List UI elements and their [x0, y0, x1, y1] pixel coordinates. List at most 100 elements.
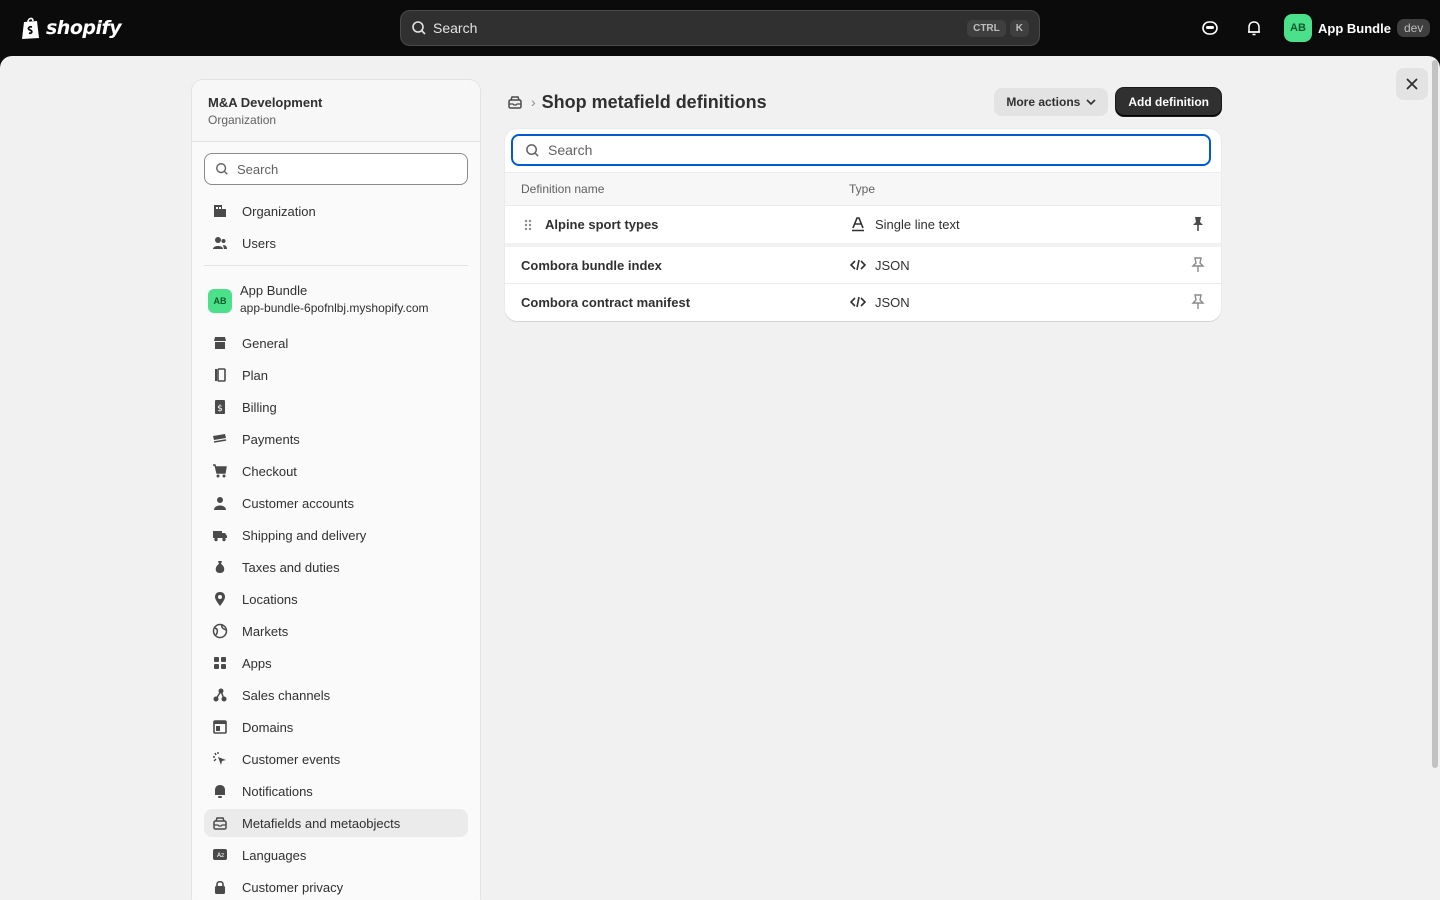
definition-type-label: JSON [875, 257, 910, 273]
sidekick-icon [1202, 21, 1218, 35]
search-placeholder: Search [237, 161, 279, 177]
sidebar-item-users[interactable]: Users [204, 229, 468, 257]
sidebar-item-locations[interactable]: Locations [204, 585, 468, 613]
scrollbar[interactable] [1432, 60, 1438, 768]
users-icon [210, 233, 230, 253]
sidebar-item-billing[interactable]: $ Billing [204, 393, 468, 421]
sidebar-store-header[interactable]: AB App Bundle app-bundle-6pofnlbj.myshop… [208, 283, 472, 315]
kbd-k: K [1009, 19, 1029, 37]
shopify-bag-icon [22, 17, 39, 39]
kbd-ctrl: CTRL [967, 19, 1006, 37]
metafields-icon [508, 96, 522, 109]
sidebar-item-payments[interactable]: Payments [204, 425, 468, 453]
sidebar-item-label: Metafields and metaobjects [242, 815, 401, 831]
sidebar-item-plan[interactable]: Plan [204, 361, 468, 389]
search-icon [526, 143, 539, 157]
sidebar-item-customer-events[interactable]: Customer events [204, 745, 468, 773]
truck-icon [210, 525, 230, 545]
column-definition-name[interactable]: Definition name [521, 182, 604, 196]
sidebar-item-label: Checkout [242, 463, 297, 479]
sidebar-item-label: Plan [242, 367, 269, 383]
cursor-icon [210, 749, 230, 769]
search-placeholder: Search [433, 20, 478, 36]
definition-type-label: Single line text [875, 216, 960, 232]
sidebar-item-label: Sales channels [242, 687, 331, 703]
org-subtitle: Organization [208, 113, 277, 127]
metafields-breadcrumb[interactable] [505, 92, 525, 112]
table-row[interactable]: Combora bundle index JSON [505, 247, 1221, 284]
sidebar-item-apps[interactable]: Apps [204, 649, 468, 677]
sidebar-item-customer-accounts[interactable]: Customer accounts [204, 489, 468, 517]
sidebar-item-metafields[interactable]: Metafields and metaobjects [204, 809, 468, 837]
tax-icon [210, 557, 230, 577]
chevron-down-icon [1086, 99, 1096, 106]
pin-filled-icon[interactable] [1189, 215, 1207, 233]
location-icon [210, 589, 230, 609]
sidebar-item-customer-privacy[interactable]: Customer privacy [204, 873, 468, 900]
definition-type: JSON [849, 256, 910, 274]
column-type[interactable]: Type [849, 182, 875, 196]
code-icon [849, 256, 867, 274]
sidebar-item-label: Customer accounts [242, 495, 354, 511]
store-name: App Bundle [1318, 20, 1391, 36]
chevron-right-icon: › [531, 94, 536, 110]
global-search-input[interactable]: Search CTRL K [400, 10, 1040, 46]
add-definition-button[interactable]: Add definition [1116, 88, 1221, 116]
code-icon [849, 293, 867, 311]
bell-icon [1248, 21, 1260, 36]
sidebar-item-label: Locations [242, 591, 298, 607]
person-icon [210, 493, 230, 513]
definition-name[interactable]: Combora contract manifest [521, 295, 690, 310]
sidebar-item-notifications[interactable]: Notifications [204, 777, 468, 805]
sidebar-item-sales-channels[interactable]: Sales channels [204, 681, 468, 709]
sidebar-item-label: Apps [242, 655, 272, 671]
sidebar-item-languages[interactable]: Az Languages [204, 841, 468, 869]
sidekick-button[interactable] [1198, 16, 1222, 40]
definition-name[interactable]: Alpine sport types [545, 217, 658, 232]
more-actions-button[interactable]: More actions [994, 88, 1109, 116]
billing-icon: $ [210, 397, 230, 417]
table-header: Definition name Type [505, 172, 1221, 206]
definition-type-label: JSON [875, 294, 910, 310]
page-title: Shop metafield definitions [541, 91, 767, 112]
sidebar-item-label: Languages [242, 847, 307, 863]
table-row[interactable]: Alpine sport types Single line text [505, 206, 1221, 247]
apps-icon [210, 653, 230, 673]
definition-name[interactable]: Combora bundle index [521, 258, 662, 273]
env-badge: dev [1396, 19, 1431, 37]
sidebar-item-taxes[interactable]: Taxes and duties [204, 553, 468, 581]
sidebar-item-domains[interactable]: Domains [204, 713, 468, 741]
lock-icon [210, 877, 230, 897]
sidebar-item-shipping[interactable]: Shipping and delivery [204, 521, 468, 549]
settings-sheet: M&A Development Organization Search Orga… [0, 56, 1440, 900]
page-header: › Shop metafield definitions More action… [505, 84, 1221, 120]
sidebar-item-label: Domains [242, 719, 294, 735]
store-switcher[interactable]: AB App Bundle dev [1284, 14, 1431, 42]
sidebar-item-markets[interactable]: Markets [204, 617, 468, 645]
cart-icon [210, 461, 230, 481]
definitions-search-input[interactable]: Search [511, 134, 1211, 166]
drag-handle-icon[interactable] [521, 216, 535, 234]
close-icon [1406, 78, 1418, 90]
organization-icon [210, 201, 230, 221]
shopify-logo[interactable]: shopify [20, 14, 122, 42]
text-icon [849, 215, 867, 233]
sidebar-item-general[interactable]: General [204, 329, 468, 357]
search-placeholder: Search [548, 142, 593, 158]
add-definition-label: Add definition [1128, 95, 1209, 109]
notifications-button[interactable] [1242, 16, 1266, 40]
sidebar-item-label: Users [242, 235, 276, 251]
settings-search-input[interactable]: Search [204, 153, 468, 185]
shopify-wordmark: shopify [46, 17, 122, 39]
sidebar-item-checkout[interactable]: Checkout [204, 457, 468, 485]
pin-outline-icon[interactable] [1189, 256, 1207, 274]
globe-icon [210, 621, 230, 641]
pin-outline-icon[interactable] [1189, 293, 1207, 311]
sidebar-item-organization[interactable]: Organization [204, 197, 468, 225]
metafields-icon [210, 813, 230, 833]
close-settings-button[interactable] [1396, 68, 1428, 100]
top-bar: shopify Search CTRL K AB App Bundle dev [0, 0, 1440, 56]
org-header[interactable]: M&A Development Organization [192, 80, 480, 142]
bell-icon [210, 781, 230, 801]
table-row[interactable]: Combora contract manifest JSON [505, 284, 1221, 321]
